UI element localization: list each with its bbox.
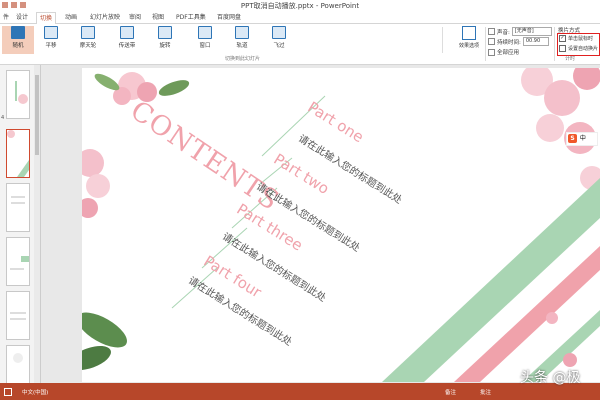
tab-review[interactable]: 审阅 [126, 12, 144, 23]
effect-options-button[interactable]: 效果选项 [456, 26, 482, 54]
status-bar: 中文(中国) 备注 批注 [0, 383, 600, 400]
tab-file[interactable]: 件 [0, 12, 12, 23]
conveyor-icon [120, 26, 134, 39]
thumb-number: 4 [1, 115, 5, 121]
transition-rotate-button[interactable]: 旋转 [149, 26, 181, 54]
transition-window-button[interactable]: 窗口 [189, 26, 221, 54]
sound-row: 声音: [无声音] [488, 27, 552, 36]
ribbon-separator [485, 27, 486, 61]
on-click-option[interactable]: ✓ 单击鼠标时 [559, 35, 593, 42]
timing-group-label: 计时 [565, 56, 576, 62]
effect-options-icon [462, 26, 476, 40]
transition-pan-button[interactable]: 平移 [35, 26, 67, 54]
pan-icon [44, 26, 58, 39]
duration-input[interactable]: 00.90 [522, 37, 549, 46]
transition-random-button[interactable]: 随机 [2, 26, 34, 54]
gallery-scroll[interactable] [442, 27, 450, 53]
tab-baidu-netdisk[interactable]: 百度网盘 [214, 12, 244, 23]
tab-slideshow[interactable]: 幻灯片放映 [87, 12, 123, 23]
slide-thumbnail-selected[interactable] [6, 129, 30, 178]
slide-thumbnail[interactable] [6, 237, 30, 286]
sound-icon [488, 28, 495, 35]
fly-through-icon [272, 26, 286, 39]
transition-group-label: 切换到此幻灯片 [225, 56, 261, 62]
sound-dropdown[interactable]: [无声音] [511, 27, 552, 36]
ribbon: 随机 平移 摩天轮 传送带 旋转 窗口 轨道 飞过 效果选项 切换到此幻灯片 声… [0, 24, 600, 65]
rotate-icon [158, 26, 172, 39]
tab-animations[interactable]: 动画 [62, 12, 80, 23]
slide-thumbnail[interactable] [6, 291, 30, 340]
title-bar: PPT取消自动播放.pptx - PowerPoint [0, 0, 600, 11]
window-title: PPT取消自动播放.pptx - PowerPoint [240, 2, 360, 10]
tab-design[interactable]: 设计 [13, 12, 31, 23]
transition-conveyor-button[interactable]: 传送带 [111, 26, 143, 54]
ferris-wheel-icon [81, 26, 95, 39]
ribbon-tabs: 件 设计 切换 动画 幻灯片放映 审阅 视图 PDF工具集 百度网盘 [0, 11, 600, 25]
ribbon-separator-2 [554, 27, 555, 61]
auto-advance-checkbox[interactable] [559, 45, 566, 52]
transition-fly-through-button[interactable]: 飞过 [263, 26, 295, 54]
transition-orbit-button[interactable]: 轨道 [226, 26, 258, 54]
slide-thumbnail[interactable] [6, 70, 30, 119]
auto-advance-option[interactable]: 设置自动换片 [559, 45, 598, 52]
orbit-icon [235, 26, 249, 39]
comments-button[interactable]: 批注 [480, 388, 491, 396]
ime-mode[interactable]: 中 [580, 135, 586, 142]
clock-icon [488, 38, 495, 45]
thumbnail-scrollbar[interactable] [34, 65, 40, 383]
apply-all-icon [488, 48, 495, 56]
language-indicator[interactable]: 中文(中国) [22, 388, 48, 396]
on-click-checkbox[interactable]: ✓ [559, 35, 566, 42]
sogou-ime-toolbar[interactable]: S 中 [566, 132, 598, 146]
question-icon [11, 26, 25, 39]
window-icon [198, 26, 212, 39]
watermark: 头条 @极 [520, 370, 581, 386]
sogou-logo-icon: S [568, 134, 577, 143]
slide-thumbnail[interactable] [6, 183, 30, 232]
duration-row: 持续时间: 00.90 [488, 37, 549, 46]
notes-button[interactable]: 备注 [445, 388, 456, 396]
spellcheck-icon[interactable] [4, 388, 12, 396]
tab-view[interactable]: 视图 [149, 12, 167, 23]
tab-pdf-tools[interactable]: PDF工具集 [173, 12, 209, 23]
apply-all-button[interactable]: 全部应用 [488, 48, 519, 56]
transition-ferris-wheel-button[interactable]: 摩天轮 [72, 26, 104, 54]
